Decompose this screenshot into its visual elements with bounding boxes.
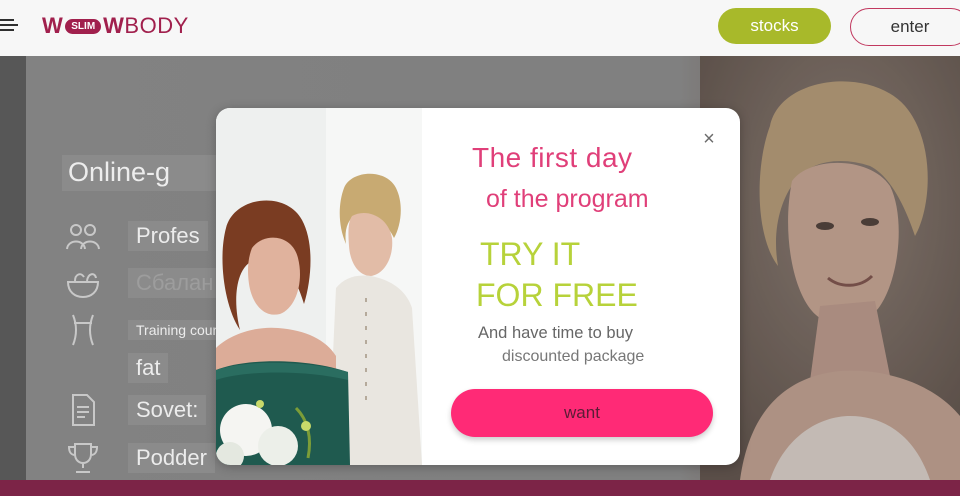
document-icon	[62, 392, 104, 428]
site-logo[interactable]: W SLIM W BODY	[42, 12, 189, 40]
salad-bowl-icon	[62, 265, 104, 301]
bg-feature-item: Sovet:	[62, 392, 207, 428]
logo-letter-w: W	[42, 13, 64, 38]
modal-subtitle-line2: discounted package	[502, 348, 645, 365]
logo-body-text: BODY	[124, 13, 189, 38]
hamburger-menu-icon[interactable]	[0, 17, 18, 33]
modal-subtitle-line1: And have time to buy	[478, 324, 634, 342]
bg-feature-item: Training course	[62, 312, 240, 348]
modal-title-line2: of the program	[486, 185, 649, 213]
logo-letter-w-2: W	[103, 13, 125, 38]
site-header: W SLIM W BODY stocks enter	[0, 0, 960, 56]
bg-feature-item: Profes	[62, 218, 208, 254]
trophy-icon	[62, 440, 104, 476]
bg-page-heading: Online-g	[62, 155, 222, 191]
bg-feature-label: Сбалан	[128, 268, 222, 298]
modal-promo-line2: FOR FREE	[476, 277, 638, 313]
stocks-button[interactable]: stocks	[718, 8, 831, 44]
bg-feature-label: Sovet:	[128, 395, 207, 425]
promo-modal: × The first day of the program TRY IT FO…	[216, 108, 740, 465]
bg-feature-label: Profes	[128, 221, 208, 251]
bg-feature-item: Podder	[62, 440, 215, 476]
logo-slim-badge: SLIM	[65, 18, 102, 34]
close-icon[interactable]: ×	[700, 129, 718, 149]
want-button[interactable]: want	[451, 389, 713, 437]
modal-title-line1: The first day	[472, 142, 633, 173]
enter-button[interactable]: enter	[850, 8, 960, 46]
bg-feature-item: fat	[62, 350, 169, 386]
modal-photo	[216, 108, 422, 465]
people-icon	[62, 218, 104, 254]
waist-icon	[62, 312, 104, 348]
bg-feature-item: Сбалан	[62, 265, 222, 301]
bottom-bar	[0, 480, 960, 496]
blank-icon-slot	[62, 350, 104, 386]
bg-feature-label: fat	[128, 353, 169, 383]
bg-feature-label: Podder	[128, 443, 215, 473]
modal-promo-line1: TRY IT	[480, 236, 581, 272]
